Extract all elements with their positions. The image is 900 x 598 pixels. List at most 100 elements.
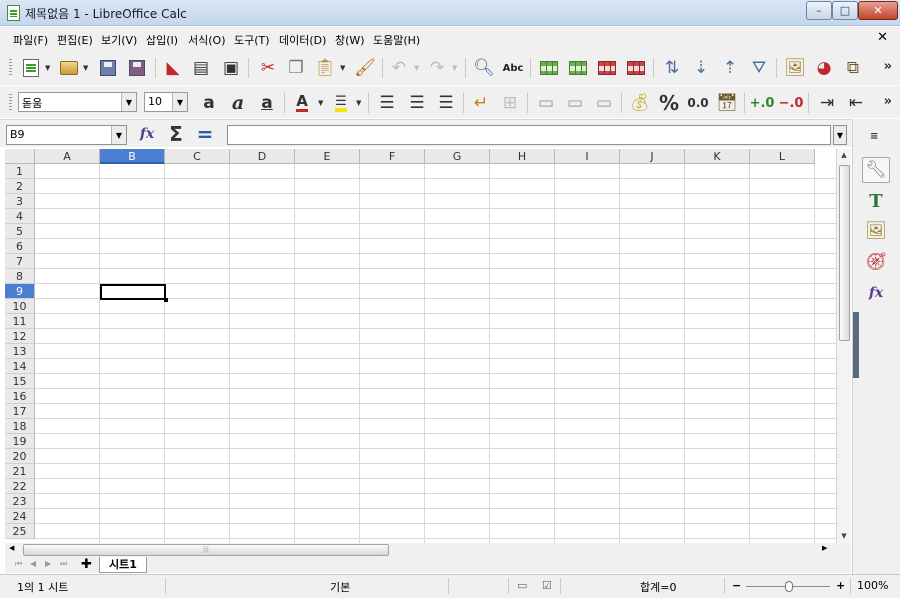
scroll-up-icon[interactable]: ▲ bbox=[837, 149, 851, 162]
menu-insert[interactable]: 삽입(I) bbox=[146, 32, 178, 48]
cut-icon[interactable]: ✂ bbox=[257, 57, 279, 79]
align-center-icon[interactable]: ☰ bbox=[406, 92, 428, 114]
row-header-3[interactable]: 3 bbox=[5, 194, 35, 209]
insert-image-icon[interactable]: 🖼︎ bbox=[784, 57, 806, 79]
selection-sum[interactable]: 합계=0 bbox=[640, 579, 676, 595]
row-header-6[interactable]: 6 bbox=[5, 239, 35, 254]
wrap-text-icon[interactable]: ↵ bbox=[470, 92, 492, 114]
save-as-icon[interactable] bbox=[126, 57, 148, 79]
horizontal-scrollbar[interactable]: ◀ ⦙⦙⦙ ▶ bbox=[5, 543, 851, 557]
row-icon[interactable] bbox=[538, 57, 560, 79]
sidebar-collapse-handle[interactable] bbox=[853, 312, 859, 378]
scroll-down-icon[interactable]: ▼ bbox=[837, 530, 851, 543]
vertical-scrollbar[interactable]: ▲ ▼ bbox=[836, 149, 851, 543]
row-header-13[interactable]: 13 bbox=[5, 344, 35, 359]
zoom-out-icon[interactable]: − bbox=[732, 579, 741, 592]
minimize-button[interactable]: – bbox=[806, 1, 832, 20]
next-sheet-icon[interactable]: ▶ bbox=[45, 559, 51, 568]
column-header-a[interactable]: A bbox=[35, 149, 100, 164]
more-tools-icon[interactable]: » bbox=[884, 59, 892, 74]
column-header-h[interactable]: H bbox=[490, 149, 555, 164]
row-header-8[interactable]: 8 bbox=[5, 269, 35, 284]
number-format-icon[interactable]: 0.0 bbox=[687, 92, 709, 114]
selection-mode-icon[interactable]: ▭ bbox=[517, 579, 527, 592]
select-all-corner[interactable] bbox=[5, 149, 35, 164]
column-header-l[interactable]: L bbox=[750, 149, 815, 164]
menu-tools[interactable]: 도구(T) bbox=[234, 32, 270, 48]
align-middle-icon[interactable]: ▭ bbox=[564, 92, 586, 114]
redo-icon[interactable]: ↷ bbox=[426, 57, 448, 79]
highlight-color-icon[interactable]: ☰ bbox=[330, 92, 352, 114]
row-header-16[interactable]: 16 bbox=[5, 389, 35, 404]
chevron-down-icon[interactable]: ▼ bbox=[172, 93, 187, 111]
previous-sheet-icon[interactable]: ◀ bbox=[30, 559, 36, 568]
zoom-slider-handle[interactable] bbox=[785, 581, 793, 592]
row-header-17[interactable]: 17 bbox=[5, 404, 35, 419]
paste-icon[interactable]: 📋︎ bbox=[314, 57, 336, 79]
toolbar-grip[interactable] bbox=[9, 59, 12, 77]
row-header-19[interactable]: 19 bbox=[5, 434, 35, 449]
more-format-tools-icon[interactable]: » bbox=[884, 94, 892, 109]
first-sheet-icon[interactable]: ⏮ bbox=[15, 559, 22, 569]
delete-row-icon[interactable] bbox=[596, 57, 618, 79]
row-header-12[interactable]: 12 bbox=[5, 329, 35, 344]
row-header-21[interactable]: 21 bbox=[5, 464, 35, 479]
sort-descending-icon[interactable]: ⇡ bbox=[719, 57, 741, 79]
close-document-icon[interactable]: ✕ bbox=[877, 30, 888, 45]
properties-wrench-icon[interactable]: 🔧︎ bbox=[862, 157, 890, 183]
column-icon[interactable] bbox=[567, 57, 589, 79]
column-header-c[interactable]: C bbox=[165, 149, 230, 164]
export-pdf-icon[interactable]: ◣ bbox=[162, 57, 184, 79]
name-box[interactable]: B9 ▼ bbox=[6, 125, 127, 145]
find-replace-icon[interactable]: 🔍︎ bbox=[473, 57, 495, 79]
menu-help[interactable]: 도움말(H) bbox=[373, 32, 420, 48]
row-header-20[interactable]: 20 bbox=[5, 449, 35, 464]
clone-formatting-icon[interactable]: 🖌︎ bbox=[354, 57, 376, 79]
align-right-icon[interactable]: ☰ bbox=[435, 92, 457, 114]
row-header-5[interactable]: 5 bbox=[5, 224, 35, 239]
merge-cells-icon[interactable]: ⊞ bbox=[499, 92, 521, 114]
column-header-b[interactable]: B bbox=[100, 149, 165, 164]
date-format-icon[interactable]: 📅︎ bbox=[716, 92, 738, 114]
sort-ascending-icon[interactable]: ⇣ bbox=[690, 57, 712, 79]
expand-formula-bar-icon[interactable]: ▼ bbox=[833, 125, 847, 145]
add-decimal-icon[interactable]: +.0 bbox=[750, 92, 775, 114]
align-bottom-icon[interactable]: ▭ bbox=[593, 92, 615, 114]
function-wizard-icon[interactable]: fx bbox=[136, 123, 158, 145]
maximize-button[interactable]: □ bbox=[832, 1, 858, 20]
row-header-23[interactable]: 23 bbox=[5, 494, 35, 509]
menu-data[interactable]: 데이터(D) bbox=[279, 32, 326, 48]
open-folder-icon[interactable] bbox=[58, 57, 80, 79]
sheet-tab[interactable]: 시트1 bbox=[99, 557, 147, 573]
bold-icon[interactable]: a bbox=[198, 92, 220, 114]
scroll-right-icon[interactable]: ▶ bbox=[822, 544, 827, 552]
last-sheet-icon[interactable]: ⏭ bbox=[60, 559, 67, 569]
percent-format-icon[interactable]: % bbox=[658, 91, 680, 115]
gallery-icon[interactable]: 🖼︎ bbox=[862, 218, 890, 244]
sum-icon[interactable]: Σ bbox=[165, 122, 187, 146]
save-icon[interactable] bbox=[97, 57, 119, 79]
column-header-j[interactable]: J bbox=[620, 149, 685, 164]
undo-icon[interactable]: ↶ bbox=[388, 57, 410, 79]
menu-format[interactable]: 서식(O) bbox=[188, 32, 225, 48]
close-window-button[interactable]: ✕ bbox=[858, 1, 898, 20]
cell-grid[interactable] bbox=[35, 164, 840, 543]
pivot-table-icon[interactable]: ⧉ bbox=[842, 57, 864, 79]
font-color-dropdown-icon[interactable]: ▼ bbox=[318, 99, 323, 107]
column-header-i[interactable]: I bbox=[555, 149, 620, 164]
font-size-combo[interactable]: 10 ▼ bbox=[144, 92, 188, 112]
align-left-icon[interactable]: ☰ bbox=[376, 92, 398, 114]
column-header-d[interactable]: D bbox=[230, 149, 295, 164]
underline-icon[interactable]: a bbox=[256, 92, 278, 114]
row-header-25[interactable]: 25 bbox=[5, 524, 35, 539]
print-icon[interactable]: ▤ bbox=[190, 57, 212, 79]
decrease-indent-icon[interactable]: ⇤ bbox=[845, 92, 867, 114]
font-color-icon[interactable]: A bbox=[291, 92, 313, 114]
row-header-14[interactable]: 14 bbox=[5, 359, 35, 374]
row-header-18[interactable]: 18 bbox=[5, 419, 35, 434]
align-top-icon[interactable]: ▭ bbox=[535, 92, 557, 114]
column-header-e[interactable]: E bbox=[295, 149, 360, 164]
font-name-combo[interactable]: 돋움 ▼ bbox=[18, 92, 137, 112]
autofilter-icon[interactable]: ⛛ bbox=[748, 57, 770, 79]
row-header-2[interactable]: 2 bbox=[5, 179, 35, 194]
